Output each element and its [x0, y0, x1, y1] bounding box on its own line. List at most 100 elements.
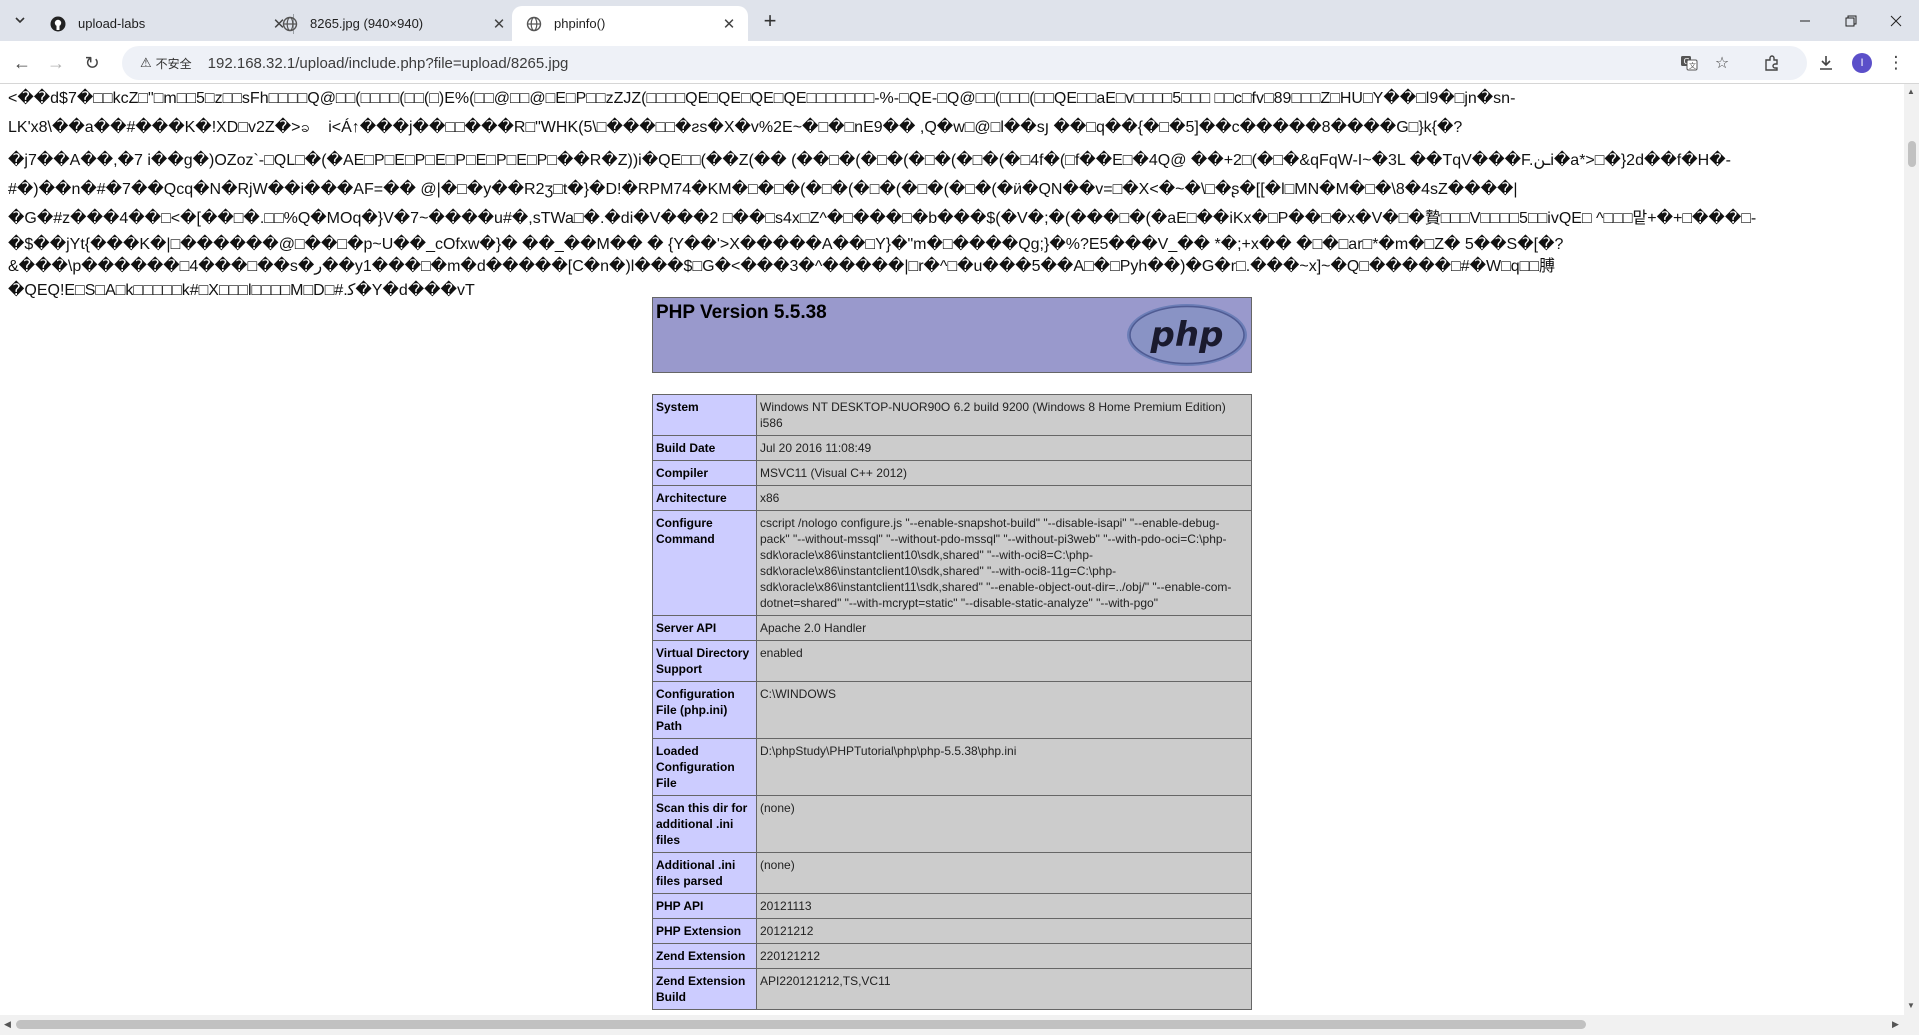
row-value: API220121212,TS,VC11: [756, 968, 1252, 1010]
close-icon[interactable]: ✕: [720, 15, 738, 33]
row-key: Architecture: [652, 485, 757, 511]
row-value: MSVC11 (Visual C++ 2012): [756, 460, 1252, 486]
row-value: enabled: [756, 640, 1252, 682]
row-key: Build Date: [652, 435, 757, 461]
tab-title: upload-labs: [78, 16, 146, 31]
row-key: Compiler: [652, 460, 757, 486]
reload-icon[interactable]: ↻: [78, 49, 106, 77]
address-bar[interactable]: ⚠ 不安全 192.168.32.1/upload/include.php?fi…: [122, 46, 1807, 80]
table-row: Architecture x86: [652, 485, 1252, 511]
tab-search-icon[interactable]: [8, 8, 32, 32]
row-key: Virtual Directory Support: [652, 640, 757, 682]
table-row: Virtual Directory Support enabled: [652, 640, 1252, 682]
vertical-scrollbar[interactable]: ▲ ▼: [1904, 84, 1919, 1015]
garbage-line: �$��jYt{���K�|□������@□��□�p~U��_cOfxw�}…: [8, 236, 1564, 253]
table-row: PHP Extension 20121212: [652, 918, 1252, 944]
tab-upload-labs[interactable]: upload-labs ✕: [36, 6, 298, 41]
php-logo[interactable]: php: [1126, 303, 1248, 367]
row-value: x86: [756, 485, 1252, 511]
bookmark-star-icon[interactable]: ☆: [1710, 51, 1734, 75]
menu-kebab-icon[interactable]: ⋮: [1883, 50, 1909, 76]
translate-icon[interactable]: G文: [1677, 51, 1701, 75]
row-key: Configuration File (php.ini) Path: [652, 681, 757, 739]
row-key: Loaded Configuration File: [652, 738, 757, 796]
horizontal-scroll-thumb[interactable]: [16, 1020, 1586, 1029]
table-row: Zend Extension 220121212: [652, 943, 1252, 969]
row-value: 220121212: [756, 943, 1252, 969]
php-version-title: PHP Version 5.5.38: [656, 302, 827, 323]
row-value: (none): [756, 852, 1252, 894]
php-logo-text: php: [1150, 315, 1224, 355]
row-value: Jul 20 2016 11:08:49: [756, 435, 1252, 461]
tab-strip: upload-labs ✕ 8265.jpg (940×940) ✕ phpin…: [0, 0, 1919, 41]
scroll-down-icon[interactable]: ▼: [1907, 1001, 1915, 1010]
table-row: Configure Command cscript /nologo configu…: [652, 510, 1252, 616]
row-key: Scan this dir for additional .ini files: [652, 795, 757, 853]
table-row: Configuration File (php.ini) Path C:\WIND…: [652, 681, 1252, 739]
row-value: Windows NT DESKTOP-NUOR90O 6.2 build 920…: [756, 394, 1252, 436]
row-value: cscript /nologo configure.js "--enable-s…: [756, 510, 1252, 616]
scroll-up-icon[interactable]: ▲: [1907, 87, 1915, 96]
row-value: (none): [756, 795, 1252, 853]
github-icon: [50, 16, 66, 32]
table-row: Zend Extension Build API220121212,TS,VC11: [652, 968, 1252, 1010]
table-row: Loaded Configuration File D:\phpStudy\PHP…: [652, 738, 1252, 796]
row-key: PHP Extension: [652, 918, 757, 944]
extensions-icon[interactable]: [1759, 50, 1785, 76]
window-close-icon[interactable]: [1873, 0, 1919, 41]
garbage-line: &���\p������□4���□��s�ﺭ��y1���□�m�d�����…: [8, 258, 1556, 275]
binary-garbage-text: <��d$7�□□kcZ□"□m□□5□z□□sFh□□□□Q@□□(□□□□(…: [0, 84, 1904, 302]
row-value: Apache 2.0 Handler: [756, 615, 1252, 641]
avatar: I: [1852, 53, 1872, 73]
row-value: 20121113: [756, 893, 1252, 919]
scroll-left-icon[interactable]: ◀: [4, 1019, 11, 1030]
row-value: D:\phpStudy\PHPTutorial\php\php-5.5.38\p…: [756, 738, 1252, 796]
table-row: Additional .ini files parsed (none): [652, 852, 1252, 894]
browser-toolbar: ← → ↻ ⚠ 不安全 192.168.32.1/upload/include.…: [0, 41, 1919, 84]
globe-icon: [282, 16, 298, 32]
garbage-line: LK'x8\��a��#���K�!XD□v2Z�>ခ��i<Á↑���j��□…: [8, 119, 1463, 136]
forward-icon[interactable]: →: [42, 49, 70, 77]
table-row: PHP API 20121113: [652, 893, 1252, 919]
row-key: Additional .ini files parsed: [652, 852, 757, 894]
scroll-right-icon[interactable]: ▶: [1892, 1019, 1899, 1030]
horizontal-scrollbar[interactable]: ◀ ▶: [0, 1015, 1919, 1035]
restore-icon[interactable]: [1828, 0, 1874, 41]
row-key: System: [652, 394, 757, 436]
profile-avatar[interactable]: I: [1849, 50, 1875, 76]
row-key: PHP API: [652, 893, 757, 919]
row-key: Zend Extension: [652, 943, 757, 969]
garbage-line: �j7��A��,�7 i��g�)OZoz`-□QL□�(�AE□P□E□P□…: [8, 152, 1731, 169]
table-row: Server API Apache 2.0 Handler: [652, 615, 1252, 641]
download-icon[interactable]: [1813, 50, 1839, 76]
table-row: Build Date Jul 20 2016 11:08:49: [652, 435, 1252, 461]
table-row: Compiler MSVC11 (Visual C++ 2012): [652, 460, 1252, 486]
minimize-icon[interactable]: [1782, 0, 1828, 41]
back-icon[interactable]: ←: [8, 49, 36, 77]
row-key: Server API: [652, 615, 757, 641]
security-label: 不安全: [155, 56, 192, 71]
page-viewport: <��d$7�□□kcZ□"□m□□5□z□□sFh□□□□Q@□□(□□□□(…: [0, 84, 1904, 1015]
security-indicator[interactable]: ⚠ 不安全: [132, 51, 200, 75]
vertical-scroll-thumb[interactable]: [1908, 141, 1916, 167]
tab-phpinfo[interactable]: phpinfo() ✕: [512, 6, 748, 41]
tab-8265-jpg[interactable]: 8265.jpg (940×940) ✕: [268, 6, 518, 41]
warning-icon: ⚠: [140, 55, 152, 70]
tab-title: 8265.jpg (940×940): [310, 16, 424, 31]
globe-icon: [526, 16, 542, 32]
url-text[interactable]: 192.168.32.1/upload/include.php?file=upl…: [208, 55, 569, 72]
phpinfo-container: PHP Version 5.5.38 php System Windows NT …: [652, 297, 1252, 1010]
row-value: C:\WINDOWS: [756, 681, 1252, 739]
table-row: System Windows NT DESKTOP-NUOR90O 6.2 bui…: [652, 394, 1252, 436]
row-value: 20121212: [756, 918, 1252, 944]
table-row: Scan this dir for additional .ini files(…: [652, 795, 1252, 853]
php-info-table: System Windows NT DESKTOP-NUOR90O 6.2 bui…: [652, 394, 1252, 1010]
svg-text:文: 文: [1689, 61, 1696, 70]
row-key: Zend Extension Build: [652, 968, 757, 1010]
garbage-line: #�)��n�#�7��Qcq�N�RjW��i���AF=�� @|�□�y�…: [8, 181, 1518, 198]
tab-title: phpinfo(): [554, 16, 606, 31]
garbage-line: �G�#z���4��□<�[��□�.□□%Q�MOq�}V�7~����u#…: [8, 210, 1757, 227]
new-tab-button[interactable]: +: [757, 8, 783, 34]
row-key: Configure Command: [652, 510, 757, 616]
close-icon[interactable]: ✕: [490, 15, 508, 33]
